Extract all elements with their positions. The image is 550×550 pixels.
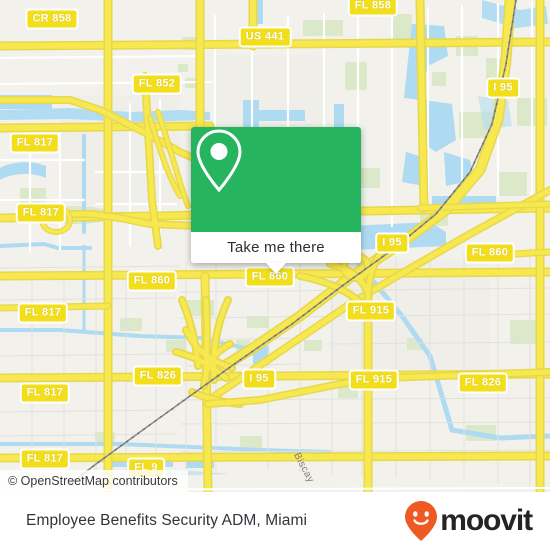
attribution-text: © OpenStreetMap contributors — [8, 474, 178, 488]
road-shield[interactable]: FL 915 — [345, 300, 397, 322]
road-shield[interactable]: I 95 — [486, 77, 520, 99]
road-shield[interactable]: FL 915 — [348, 369, 400, 391]
take-me-there-label: Take me there — [227, 239, 325, 256]
place-title: Employee Benefits Security ADM, Miami — [26, 512, 308, 529]
moovit-smiley-pin-icon — [405, 501, 438, 541]
road-shield[interactable]: FL 817 — [17, 302, 69, 324]
card-header — [191, 127, 361, 232]
road-shield[interactable]: CR 858 — [25, 8, 79, 30]
map-screenshot: .rd { stroke:#F7E84F; fill:none; stroke-… — [0, 0, 550, 550]
map-attribution[interactable]: © OpenStreetMap contributors — [0, 470, 188, 492]
road-shield[interactable]: FL 852 — [131, 73, 183, 95]
road-shield[interactable]: FL 826 — [132, 365, 184, 387]
road-shield[interactable]: FL 826 — [457, 372, 509, 394]
road-shield[interactable]: US 441 — [238, 26, 292, 48]
road-shield[interactable]: I 95 — [375, 232, 409, 254]
location-info-card[interactable]: Take me there — [191, 127, 361, 274]
footer-bar: Employee Benefits Security ADM, Miami mo… — [0, 492, 550, 550]
road-shield[interactable]: FL 817 — [19, 448, 71, 470]
moovit-wordmark: moovit — [440, 504, 533, 537]
road-shield[interactable]: FL 817 — [15, 202, 67, 224]
road-shield[interactable]: FL 860 — [126, 270, 178, 292]
road-shield[interactable]: I 95 — [242, 368, 276, 390]
card-pointer-tail — [266, 263, 286, 274]
map-canvas[interactable]: .rd { stroke:#F7E84F; fill:none; stroke-… — [0, 0, 550, 492]
road-shield[interactable]: FL 858 — [347, 0, 399, 17]
card-action-row[interactable]: Take me there — [191, 232, 361, 274]
road-shield[interactable]: FL 860 — [464, 242, 516, 264]
moovit-logo[interactable]: moovit — [404, 500, 533, 542]
road-shield[interactable]: FL 817 — [9, 132, 61, 154]
road-shield[interactable]: FL 817 — [19, 382, 71, 404]
location-pin-icon — [196, 129, 242, 193]
